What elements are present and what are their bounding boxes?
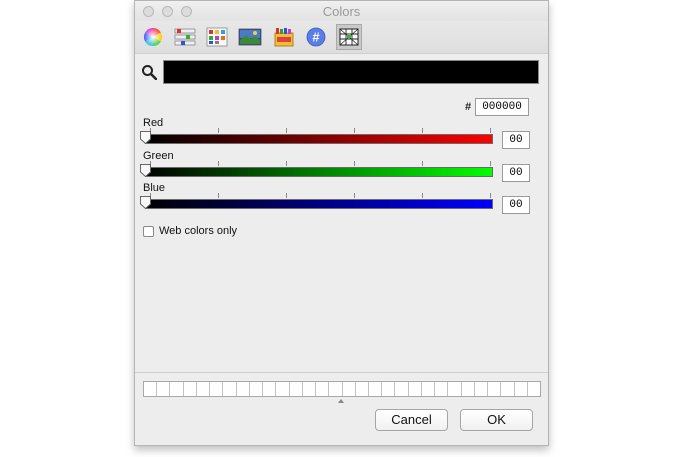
slider-tick <box>490 128 491 133</box>
sliders-icon <box>174 28 196 46</box>
web-colors-only-label: Web colors only <box>159 225 238 237</box>
color-well[interactable] <box>422 382 436 396</box>
color-well[interactable] <box>276 382 290 396</box>
green-slider[interactable] <box>145 167 493 177</box>
slider-tick <box>354 128 355 133</box>
slider-tick <box>422 161 423 166</box>
hex-prefix: # <box>465 101 472 113</box>
color-well[interactable] <box>356 382 369 396</box>
color-well[interactable] <box>395 382 409 396</box>
green-value-field[interactable]: 00 <box>502 164 530 182</box>
red-slider-knob[interactable] <box>140 131 151 144</box>
color-well[interactable] <box>475 382 489 396</box>
color-well[interactable] <box>184 382 197 396</box>
image-landscape-icon <box>238 28 262 46</box>
color-well[interactable] <box>515 382 528 396</box>
color-well[interactable] <box>528 382 540 396</box>
color-well[interactable] <box>329 382 343 396</box>
color-well[interactable] <box>316 382 330 396</box>
web-grid-icon <box>339 28 359 46</box>
blue-slider[interactable] <box>145 199 493 209</box>
window-title: Colors <box>322 4 361 19</box>
red-value-field[interactable]: 00 <box>502 131 530 149</box>
slider-tick <box>354 161 355 166</box>
current-color-swatch[interactable] <box>163 60 539 84</box>
color-wheel-tab[interactable] <box>140 24 166 50</box>
color-wells <box>143 381 541 397</box>
color-well[interactable] <box>303 382 317 396</box>
green-slider-knob[interactable] <box>140 164 151 177</box>
blue-value-field[interactable]: 00 <box>502 196 530 214</box>
web-safe-tab[interactable] <box>336 24 362 50</box>
slider-tick <box>490 161 491 166</box>
toolbar: # <box>135 21 548 54</box>
color-well[interactable] <box>343 382 356 396</box>
red-slider[interactable] <box>145 134 493 144</box>
color-well[interactable] <box>197 382 211 396</box>
color-well[interactable] <box>369 382 383 396</box>
swatch-divider <box>135 372 548 373</box>
hex-input[interactable]: 000000 <box>475 98 529 116</box>
color-well[interactable] <box>237 382 250 396</box>
color-well[interactable] <box>501 382 515 396</box>
blue-slider-knob[interactable] <box>140 196 151 209</box>
slider-tick <box>218 161 219 166</box>
crayon-box-icon <box>274 28 294 47</box>
svg-text:#: # <box>312 30 320 45</box>
slider-tick <box>422 193 423 198</box>
color-palettes-tab[interactable] <box>204 24 230 50</box>
color-search-row <box>135 59 548 87</box>
color-well[interactable] <box>462 382 475 396</box>
crayons-tab[interactable] <box>271 24 297 50</box>
slider-tick <box>218 193 219 198</box>
palette-grid-icon <box>206 27 228 47</box>
color-sliders-tab[interactable] <box>172 24 198 50</box>
slider-tick <box>354 193 355 198</box>
color-well[interactable] <box>488 382 502 396</box>
color-well[interactable] <box>409 382 422 396</box>
color-well[interactable] <box>290 382 303 396</box>
color-well[interactable] <box>144 382 158 396</box>
web-colors-only-checkbox[interactable] <box>143 226 154 237</box>
color-well[interactable] <box>157 382 171 396</box>
hex-tab[interactable]: # <box>303 24 329 50</box>
color-wheel-icon <box>143 27 163 47</box>
slider-tick <box>490 193 491 198</box>
slider-tick <box>422 128 423 133</box>
color-well[interactable] <box>170 382 184 396</box>
color-well[interactable] <box>250 382 264 396</box>
color-well[interactable] <box>223 382 237 396</box>
color-well[interactable] <box>382 382 396 396</box>
slider-tick <box>218 128 219 133</box>
slider-tick <box>286 161 287 166</box>
magnifier-icon[interactable] <box>141 64 157 80</box>
hash-icon: # <box>306 27 326 47</box>
slider-tick <box>286 193 287 198</box>
color-well[interactable] <box>435 382 449 396</box>
color-well[interactable] <box>263 382 277 396</box>
color-well[interactable] <box>210 382 224 396</box>
image-palettes-tab[interactable] <box>237 24 263 50</box>
color-well[interactable] <box>448 382 462 396</box>
colors-window: Colors # # 000000 Red 00 Green 00 Blue 0… <box>134 0 549 446</box>
wells-resize-handle[interactable] <box>338 399 344 403</box>
cancel-button[interactable]: Cancel <box>375 409 448 431</box>
slider-tick <box>286 128 287 133</box>
title-bar: Colors <box>135 1 548 21</box>
ok-button[interactable]: OK <box>460 409 533 431</box>
